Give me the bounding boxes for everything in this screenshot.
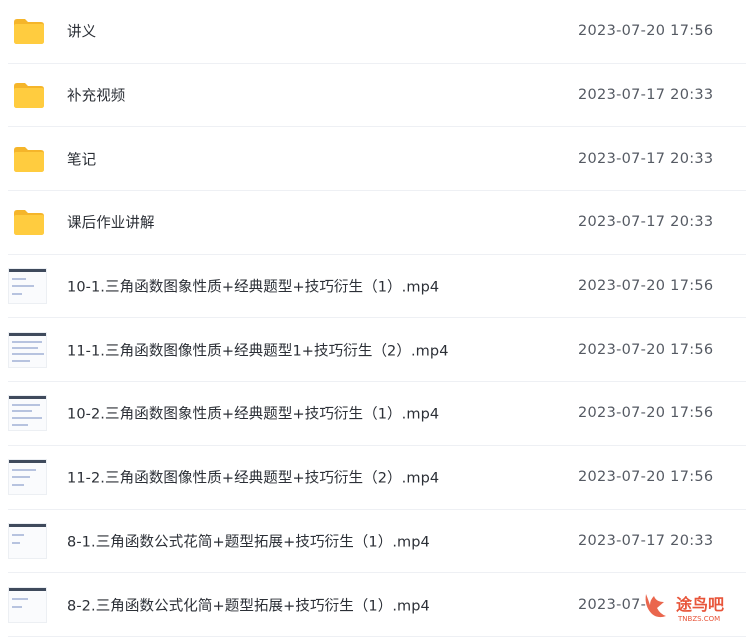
file-name[interactable]: 8-2.三角函数公式化简+题型拓展+技巧衍生（1）.mp4 (67, 594, 430, 615)
video-thumbnail (8, 331, 47, 368)
file-row[interactable]: 讲义 2023-07-20 17:56 (8, 0, 746, 64)
file-name[interactable]: 11-1.三角函数图像性质+经典题型1+技巧衍生（2）.mp4 (67, 339, 449, 360)
file-list: 讲义 2023-07-20 17:56 补充视频 2023-07-17 20:3… (0, 0, 747, 637)
file-row[interactable]: 课后作业讲解 2023-07-17 20:33 (8, 191, 746, 255)
video-thumbnail (8, 459, 47, 496)
file-row[interactable]: 补充视频 2023-07-17 20:33 (8, 64, 746, 128)
file-date: 2023-07-17 20:33 (578, 150, 714, 167)
video-thumbnail (8, 268, 47, 305)
watermark-subtext: TNBZS.COM (677, 615, 720, 623)
file-name[interactable]: 补充视频 (67, 85, 125, 106)
file-date: 2023-07- (578, 596, 647, 613)
file-date: 2023-07-20 17:56 (578, 469, 714, 486)
folder-icon (14, 83, 44, 109)
file-row[interactable]: 10-2.三角函数图象性质+经典题型+技巧衍生（1）.mp4 2023-07-2… (8, 382, 746, 446)
video-thumbnail (8, 586, 47, 623)
file-name[interactable]: 10-1.三角函数图象性质+经典题型+技巧衍生（1）.mp4 (67, 276, 439, 297)
file-date: 2023-07-20 17:56 (578, 23, 714, 40)
file-row[interactable]: 11-2.三角函数图像性质+经典题型+技巧衍生（2）.mp4 2023-07-2… (8, 446, 746, 510)
folder-icon (14, 210, 44, 236)
watermark-text: 途鸟吧 (676, 595, 724, 614)
file-date: 2023-07-20 17:56 (578, 341, 714, 358)
folder-icon (14, 146, 44, 172)
file-name[interactable]: 10-2.三角函数图象性质+经典题型+技巧衍生（1）.mp4 (67, 403, 439, 424)
video-thumbnail (8, 395, 47, 432)
file-date: 2023-07-17 20:33 (578, 214, 714, 231)
file-row[interactable]: 10-1.三角函数图象性质+经典题型+技巧衍生（1）.mp4 2023-07-2… (8, 255, 746, 319)
file-row[interactable]: 8-1.三角函数公式花简+题型拓展+技巧衍生（1）.mp4 2023-07-17… (8, 510, 746, 574)
file-name[interactable]: 课后作业讲解 (67, 212, 155, 233)
file-row[interactable]: 笔记 2023-07-17 20:33 (8, 127, 746, 192)
file-date: 2023-07-20 17:56 (578, 278, 714, 295)
file-date: 2023-07-17 20:33 (578, 87, 714, 104)
file-name[interactable]: 8-1.三角函数公式花简+题型拓展+技巧衍生（1）.mp4 (67, 530, 430, 551)
file-row[interactable]: 8-2.三角函数公式化简+题型拓展+技巧衍生（1）.mp4 2023-07- (8, 573, 746, 637)
file-date: 2023-07-20 17:56 (578, 405, 714, 422)
file-name[interactable]: 笔记 (67, 148, 96, 169)
folder-icon (14, 19, 44, 45)
video-thumbnail (8, 522, 47, 559)
file-date: 2023-07-17 20:33 (578, 532, 714, 549)
file-row[interactable]: 11-1.三角函数图像性质+经典题型1+技巧衍生（2）.mp4 2023-07-… (8, 318, 746, 383)
file-name[interactable]: 11-2.三角函数图像性质+经典题型+技巧衍生（2）.mp4 (67, 467, 439, 488)
file-name[interactable]: 讲义 (67, 21, 96, 42)
watermark-logo: 途鸟吧 TNBZS.COM (645, 594, 724, 623)
